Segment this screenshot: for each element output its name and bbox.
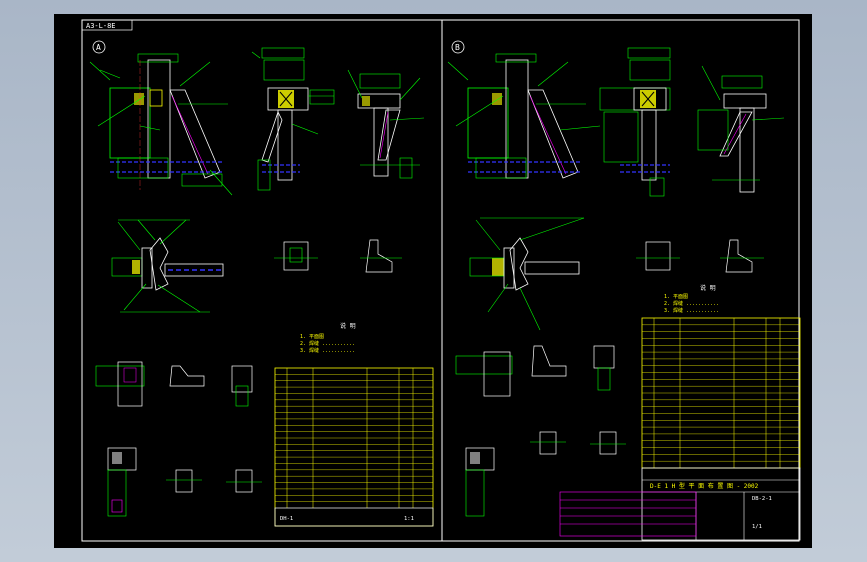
title-block-sheet: 1/1	[752, 524, 762, 530]
header-tab-text: A3-L-8E	[86, 22, 116, 30]
panel-a-label: A	[96, 43, 101, 52]
right-notes-title: 说 明	[700, 284, 716, 292]
left-note-3: 3. 焊缝 ...........	[300, 347, 355, 354]
left-notes-title: 说 明	[340, 322, 356, 330]
cad-viewport[interactable]: A3-L-8E A B 说 明 1. 平面图 2. 焊缝 ...........…	[0, 0, 867, 562]
left-note-2: 2. 焊缝 ...........	[300, 340, 355, 347]
left-title-drawing-no: DH-1	[280, 516, 293, 522]
left-note-1: 1. 平面图	[300, 334, 324, 340]
title-block-drawing-no: DB-2-1	[752, 496, 772, 502]
panel-b-label: B	[455, 43, 460, 52]
right-note-3: 3. 焊缝 ...........	[664, 307, 719, 314]
cad-drawing-canvas[interactable]: A3-L-8E A B 说 明 1. 平面图 2. 焊缝 ...........…	[0, 0, 867, 562]
left-title-scale: 1:1	[404, 516, 414, 522]
title-block-project: D-E 1 H 型 平 面 布 置 图 - 2002	[650, 482, 759, 490]
right-note-1: 1. 平面图	[664, 294, 688, 300]
right-note-2: 2. 焊缝 ...........	[664, 300, 719, 307]
